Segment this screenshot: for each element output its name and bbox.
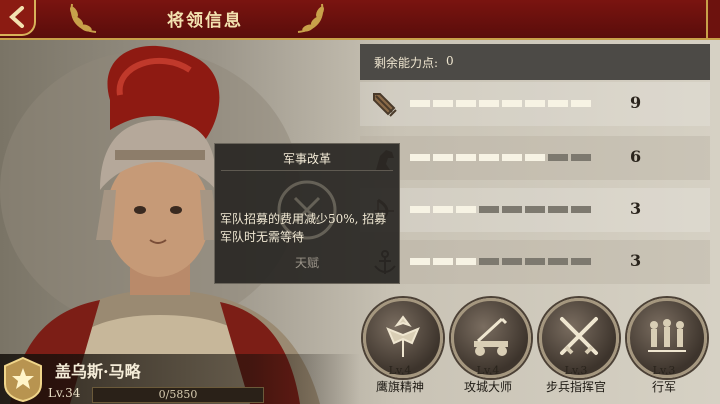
bar-segment-filled — [548, 100, 568, 107]
general-name: 盖乌斯·马略 — [55, 362, 141, 381]
talent-name: 行军 — [651, 380, 676, 394]
bar-segment-filled — [479, 154, 499, 161]
skill-level: 6 — [630, 147, 642, 166]
bar-segment-empty — [571, 258, 591, 265]
bar-segment-filled — [456, 206, 476, 213]
skill-bar — [410, 100, 591, 107]
bar-segment-filled — [456, 100, 476, 107]
bar-segment-filled — [525, 154, 545, 161]
tooltip-divider — [221, 170, 393, 171]
bar-segment-filled — [433, 100, 453, 107]
bar-segment-filled — [502, 154, 522, 161]
bar-segment-empty — [571, 206, 591, 213]
general-level: Lv.34 — [48, 386, 81, 400]
bar-segment-empty — [525, 258, 545, 265]
skill-level: 3 — [630, 251, 642, 270]
talent-march[interactable]: Lv.3 行军 — [624, 298, 707, 404]
chevron-left-icon — [9, 6, 24, 28]
header-corner — [706, 0, 720, 38]
catapult-icon — [474, 317, 508, 356]
talent-siege-master[interactable]: Lv.4 攻城大师 — [448, 298, 531, 404]
rank-badge-icon — [4, 356, 42, 402]
skill-bar — [410, 154, 591, 161]
talent-tooltip: 军事改革 军队招募的费用减少50%, 招募军队时无需等待 天赋 — [214, 143, 400, 284]
laurel-right-icon — [297, 3, 324, 33]
bar-segment-empty — [502, 258, 522, 265]
tooltip-description: 军队招募的费用减少50%, 招募军队时无需等待 — [220, 212, 387, 244]
talent-level: Lv.3 — [564, 364, 588, 377]
skill-points-value: 0 — [446, 54, 454, 68]
talent-name: 鹰旗精神 — [375, 380, 424, 394]
talent-level: Lv.4 — [476, 364, 500, 377]
sword-icon — [373, 93, 397, 117]
bar-segment-filled — [433, 154, 453, 161]
tooltip-tag: 天赋 — [294, 256, 319, 270]
bar-segment-filled — [456, 258, 476, 265]
header-bar: 将领信息 — [0, 0, 720, 40]
tooltip-title: 军事改革 — [282, 152, 331, 166]
bar-segment-filled — [410, 100, 430, 107]
marching-soldiers-icon — [648, 319, 686, 352]
talent-name: 步兵指挥官 — [545, 380, 606, 394]
bar-segment-empty — [548, 258, 568, 265]
talent-infantry-commander[interactable]: Lv.3 步兵指挥官 — [536, 298, 619, 404]
skill-bar — [410, 206, 591, 213]
talent-eagle-spirit[interactable]: Lv.4 鹰旗精神 — [360, 298, 443, 404]
xp-text: 0/5850 — [158, 388, 198, 401]
bar-segment-empty — [479, 206, 499, 213]
talent-level: Lv.4 — [388, 364, 412, 377]
talent-name: 攻城大师 — [463, 380, 512, 394]
bar-segment-filled — [456, 154, 476, 161]
bar-segment-filled — [410, 258, 430, 265]
skill-bar — [410, 258, 591, 265]
skill-level: 9 — [630, 93, 642, 112]
skill-level: 3 — [630, 199, 642, 218]
skill-points-panel: 剩余能力点: 0 — [360, 44, 710, 80]
bar-segment-empty — [525, 206, 545, 213]
page-title: 将领信息 — [167, 11, 243, 31]
skill-row-horse[interactable]: 6 — [360, 136, 710, 180]
bar-segment-empty — [502, 206, 522, 213]
bar-segment-filled — [433, 206, 453, 213]
crossed-swords-icon — [560, 317, 598, 355]
skill-row-bow[interactable]: 3 — [360, 188, 710, 232]
bar-segment-empty — [571, 154, 591, 161]
bar-segment-filled — [502, 100, 522, 107]
bar-segment-empty — [548, 206, 568, 213]
bar-segment-empty — [548, 154, 568, 161]
skill-row-sword[interactable]: 9 — [360, 82, 710, 126]
bar-segment-filled — [410, 206, 430, 213]
back-button[interactable] — [0, 0, 36, 36]
bar-segment-filled — [525, 100, 545, 107]
laurel-left-icon — [70, 3, 97, 33]
talent-level: Lv.3 — [652, 364, 676, 377]
bar-segment-filled — [479, 100, 499, 107]
xp-bar: 0/5850 — [92, 387, 264, 403]
skill-points-label: 剩余能力点: — [374, 56, 439, 70]
skill-row-anchor[interactable]: 3 — [360, 240, 710, 284]
bar-segment-filled — [433, 258, 453, 265]
bar-segment-filled — [410, 154, 430, 161]
bar-segment-filled — [571, 100, 591, 107]
bar-segment-empty — [479, 258, 499, 265]
eagle-standard-icon — [386, 315, 420, 357]
